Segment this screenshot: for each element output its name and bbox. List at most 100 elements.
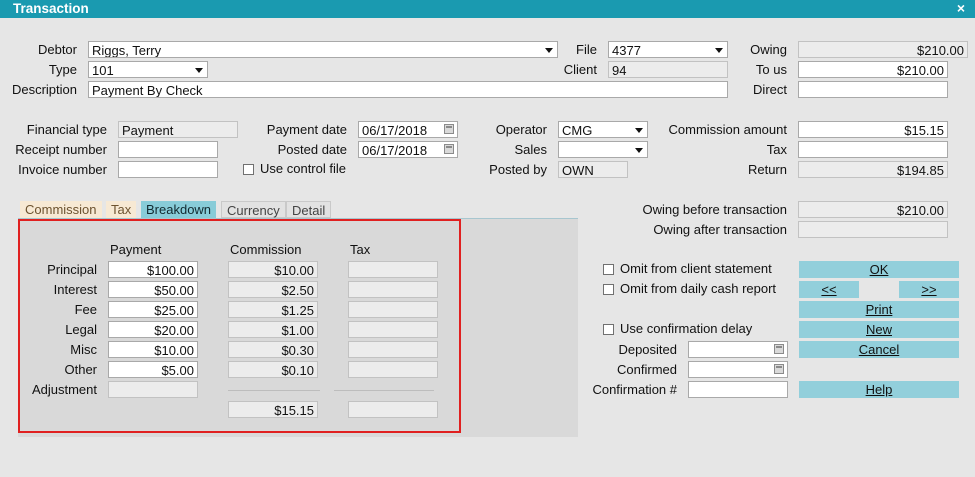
row-label-principal: Principal [47,262,97,277]
operator-select[interactable]: CMG [558,121,648,138]
row-label-other: Other [64,362,97,377]
confirmed-field[interactable] [688,361,788,378]
tab-currency[interactable]: Currency [221,201,286,218]
fee-payment-field[interactable]: $25.00 [108,301,198,318]
debtor-label: Debtor [37,42,77,57]
row-label-legal: Legal [65,322,97,337]
commission-amount-field[interactable]: $15.15 [798,121,948,138]
row-label-misc: Misc [70,342,97,357]
description-label: Description [11,82,77,97]
interest-commission-field: $2.50 [228,281,318,298]
to-us-label: To us [755,62,787,77]
debtor-select[interactable]: Riggs, Terry [88,41,558,58]
print-button-label: Print [865,302,893,317]
file-value: 4377 [612,43,641,58]
ok-button[interactable]: OK [799,261,959,278]
cancel-button[interactable]: Cancel [799,341,959,358]
client-field: 94 [608,61,728,78]
calendar-icon[interactable] [774,344,784,354]
chevron-down-icon [635,148,643,153]
owing-label: Owing [750,42,787,57]
new-button-label: New [865,322,892,337]
tax-label: Tax [766,142,787,157]
use-control-file-label: Use control file [260,161,346,176]
invoice-number-field[interactable] [118,161,218,178]
sales-label: Sales [514,142,547,157]
next-button[interactable]: >> [899,281,959,298]
misc-payment-field[interactable]: $10.00 [108,341,198,358]
commission-total-divider [228,390,320,391]
misc-tax-field [348,341,438,358]
window-title: Transaction [13,1,89,16]
other-commission-field: $0.10 [228,361,318,378]
receipt-number-label: Receipt number [15,142,107,157]
owing-before-label: Owing before transaction [642,202,787,217]
deposited-label: Deposited [618,342,677,357]
interest-payment-field[interactable]: $50.00 [108,281,198,298]
interest-tax-field [348,281,438,298]
posted-date-value: 06/17/2018 [362,143,428,158]
type-label: Type [48,62,77,77]
previous-button[interactable]: << [799,281,859,298]
principal-commission-field: $10.00 [228,261,318,278]
receipt-number-field[interactable] [118,141,218,158]
use-confirmation-delay-checkbox[interactable] [603,324,614,335]
calendar-icon[interactable] [774,364,784,374]
invoice-number-label: Invoice number [18,162,107,177]
close-icon[interactable]: × [957,0,965,16]
calendar-icon[interactable] [444,144,454,154]
row-label-adjustment: Adjustment [31,382,97,397]
print-button[interactable]: Print [799,301,959,318]
omit-client-statement-label: Omit from client statement [620,261,772,276]
posted-by-field: OWN [558,161,628,178]
file-select[interactable]: 4377 [608,41,728,58]
next-button-label: >> [921,282,937,297]
tab-commission[interactable]: Commission [20,201,102,218]
sales-select[interactable] [558,141,648,158]
new-button[interactable]: New [799,321,959,338]
posted-date-field[interactable]: 06/17/2018 [358,141,458,158]
other-payment-field[interactable]: $5.00 [108,361,198,378]
other-tax-field [348,361,438,378]
panel-divider [18,218,578,219]
help-button[interactable]: Help [799,381,959,398]
omit-client-statement-checkbox[interactable] [603,264,614,275]
type-select[interactable]: 101 [88,61,208,78]
direct-label: Direct [753,82,787,97]
use-control-file-checkbox[interactable] [243,164,254,175]
tab-breakdown[interactable]: Breakdown [141,201,217,218]
omit-daily-cash-checkbox[interactable] [603,284,614,295]
deposited-field[interactable] [688,341,788,358]
type-value: 101 [92,63,114,78]
financial-type-field: Payment [118,121,238,138]
payment-date-label: Payment date [266,122,347,137]
tax-field[interactable] [798,141,948,158]
description-field[interactable]: Payment By Check [88,81,728,98]
calendar-icon[interactable] [444,124,454,134]
chevron-down-icon [195,68,203,73]
help-button-label: Help [865,382,893,397]
fee-commission-field: $1.25 [228,301,318,318]
principal-payment-field[interactable]: $100.00 [108,261,198,278]
tab-tax[interactable]: Tax [106,201,137,218]
commission-amount-label: Commission amount [668,122,788,137]
owing-field: $210.00 [798,41,968,58]
legal-commission-field: $1.00 [228,321,318,338]
ok-button-label: OK [869,262,889,277]
operator-label: Operator [495,122,547,137]
posted-by-label: Posted by [489,162,547,177]
row-label-fee: Fee [74,302,97,317]
direct-field[interactable] [798,81,948,98]
to-us-field[interactable]: $210.00 [798,61,948,78]
tab-detail[interactable]: Detail [286,201,332,218]
cancel-button-label: Cancel [858,342,900,357]
payment-date-field[interactable]: 06/17/2018 [358,121,458,138]
previous-button-label: << [821,282,837,297]
return-field: $194.85 [798,161,948,178]
confirmation-number-field[interactable] [688,381,788,398]
legal-payment-field[interactable]: $20.00 [108,321,198,338]
title-bar: Transaction × [0,0,975,18]
owing-before-field: $210.00 [798,201,948,218]
return-label: Return [747,162,787,177]
payment-date-value: 06/17/2018 [362,123,428,138]
